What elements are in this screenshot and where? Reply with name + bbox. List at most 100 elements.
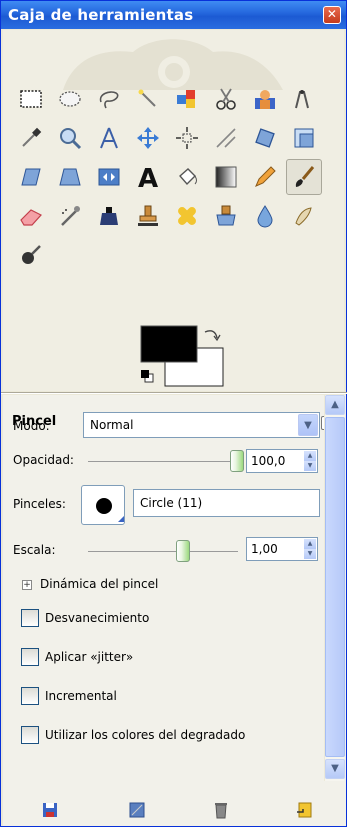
scale-spinner[interactable]: 1,00 ▲ ▼ (246, 537, 318, 561)
text-tool[interactable]: A (130, 159, 166, 195)
toolbox-panel: A (3, 30, 344, 391)
smudge-icon (295, 207, 312, 226)
scissors-select-tool[interactable] (208, 81, 244, 117)
eraser-tool[interactable] (13, 198, 49, 234)
align-icon (176, 127, 198, 149)
align-tool[interactable] (169, 120, 205, 156)
ellipse-select-icon (59, 91, 81, 107)
brush-dynamics-label[interactable]: Dinámica del pincel (40, 577, 158, 591)
dodge-burn-tool[interactable] (13, 237, 49, 273)
zoom-icon (60, 128, 82, 150)
scroll-up-icon[interactable]: ▲ (325, 395, 345, 415)
spin-down-icon[interactable]: ▼ (304, 549, 316, 559)
jitter-checkbox[interactable] (21, 648, 39, 666)
rotate-icon (255, 128, 275, 148)
scroll-down-icon[interactable]: ▼ (325, 759, 345, 779)
gradient-colors-label: Utilizar los colores del degradado (45, 728, 246, 742)
restore-options-icon[interactable] (127, 800, 147, 820)
shear-icon (21, 168, 41, 186)
move-tool[interactable] (130, 120, 166, 156)
opacity-slider[interactable] (88, 461, 238, 462)
paths-tool[interactable] (286, 81, 322, 117)
bucket-fill-tool[interactable] (169, 159, 205, 195)
options-bottom-bar (3, 800, 346, 824)
jitter-label: Aplicar «jitter» (45, 650, 134, 664)
pencil-tool[interactable] (247, 159, 283, 195)
default-colors-icon[interactable] (141, 370, 154, 383)
delete-options-icon[interactable] (211, 800, 231, 820)
ink-tool[interactable] (91, 198, 127, 234)
opacity-label: Opacidad: (13, 453, 74, 467)
foreground-select-tool[interactable] (247, 81, 283, 117)
heal-tool[interactable] (169, 198, 205, 234)
mode-label: Modo: (13, 419, 50, 433)
airbrush-tool[interactable] (52, 198, 88, 234)
heal-icon (178, 207, 196, 225)
gradient-colors-checkbox[interactable] (21, 726, 39, 744)
ellipse-select-tool[interactable] (52, 81, 88, 117)
clone-tool[interactable] (130, 198, 166, 234)
scrollbar-thumb[interactable] (325, 417, 345, 757)
fuzzy-select-tool[interactable] (130, 81, 166, 117)
brush-name-field[interactable]: Circle (11) (133, 489, 320, 517)
perspective-icon (59, 168, 81, 186)
color-picker-icon (22, 127, 42, 147)
rect-select-tool[interactable] (13, 81, 49, 117)
blend-tool[interactable] (208, 159, 244, 195)
reset-options-icon[interactable] (294, 800, 314, 820)
foreground-color-swatch[interactable] (140, 325, 198, 363)
opacity-slider-knob[interactable] (230, 450, 244, 472)
pencil-icon (255, 166, 276, 187)
brush-preview-button[interactable] (81, 485, 125, 525)
move-icon (137, 127, 159, 149)
perspective-tool[interactable] (52, 159, 88, 195)
bucket-fill-icon (179, 168, 197, 186)
close-button[interactable]: ✕ (323, 6, 341, 24)
opacity-spinner[interactable]: 100,0 ▲ ▼ (246, 449, 318, 473)
airbrush-icon (61, 206, 80, 226)
spin-up-icon[interactable]: ▲ (304, 539, 316, 549)
opacity-value: 100,0 (251, 454, 286, 468)
scale-label: Escala: (13, 543, 56, 557)
mode-combo[interactable]: Normal ▼ (83, 412, 320, 438)
smudge-tool[interactable] (286, 198, 322, 234)
blend-icon (215, 166, 237, 188)
rotate-tool[interactable] (247, 120, 283, 156)
incremental-checkbox[interactable] (21, 687, 39, 705)
scale-icon (294, 128, 314, 148)
color-area[interactable] (137, 324, 227, 388)
scale-slider-knob[interactable] (176, 540, 190, 562)
clone-icon (138, 205, 158, 226)
options-scrollbar[interactable]: ▲ ▼ (324, 395, 345, 781)
fade-label: Desvanecimiento (45, 611, 150, 625)
mode-value: Normal (90, 418, 134, 432)
spin-up-icon[interactable]: ▲ (304, 451, 316, 461)
panel-separator (1, 392, 347, 394)
toolbox-window: Caja de herramientas ✕ A Pincel Modo: No… (0, 0, 347, 827)
free-select-icon (99, 91, 119, 109)
paintbrush-tool[interactable] (286, 159, 322, 195)
window-title: Caja de herramientas (8, 6, 194, 24)
spin-down-icon[interactable]: ▼ (304, 461, 316, 471)
shear-tool[interactable] (13, 159, 49, 195)
fuzzy-select-icon (138, 89, 156, 107)
crop-tool[interactable] (208, 120, 244, 156)
free-select-tool[interactable] (91, 81, 127, 117)
save-options-icon[interactable] (40, 800, 60, 820)
chevron-down-icon[interactable]: ▼ (298, 414, 318, 436)
measure-tool[interactable] (91, 120, 127, 156)
fade-checkbox[interactable] (21, 609, 39, 627)
swap-colors-icon[interactable] (204, 330, 221, 342)
paintbrush-icon (295, 166, 315, 187)
color-picker-tool[interactable] (13, 120, 49, 156)
scale-slider[interactable] (88, 551, 238, 552)
brush-preview-icon (96, 498, 124, 522)
color-select-tool[interactable] (169, 81, 205, 117)
expander-plus-icon[interactable]: + (22, 580, 32, 590)
scale-tool[interactable] (286, 120, 322, 156)
zoom-tool[interactable] (52, 120, 88, 156)
flip-tool[interactable] (91, 159, 127, 195)
perspective-clone-tool[interactable] (208, 198, 244, 234)
blur-sharpen-tool[interactable] (247, 198, 283, 234)
tool-options-panel: Pincel ◀ Modo: Normal ▼ Opacidad: 100,0 … (3, 395, 346, 826)
